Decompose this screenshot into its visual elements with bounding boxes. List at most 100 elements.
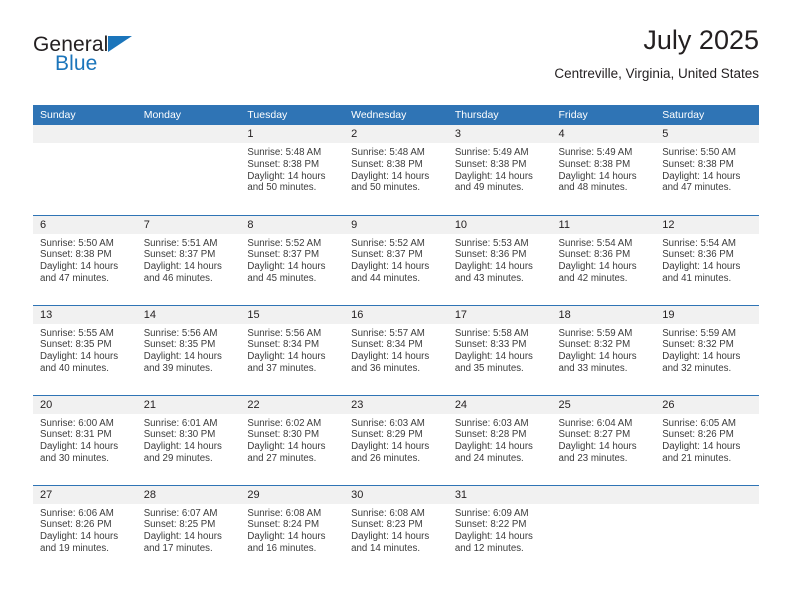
calendar-week-row: 6 Sunrise: 5:50 AM Sunset: 8:38 PM Dayli… <box>33 214 759 305</box>
day-number: 2 <box>344 125 448 143</box>
day-cell-empty <box>136 125 241 215</box>
daylight-text-line1: Daylight: 14 hours <box>558 441 637 453</box>
day-details: Sunrise: 5:58 AM Sunset: 8:33 PM Dayligh… <box>448 324 552 375</box>
logo-text-blue: Blue <box>55 52 98 75</box>
day-number: 20 <box>33 395 137 414</box>
sunrise-text: Sunrise: 5:53 AM <box>454 237 529 249</box>
weekday-header-row: Sunday Monday Tuesday Wednesday Thursday… <box>33 105 759 125</box>
day-cell[interactable]: 18 Sunrise: 5:59 AM Sunset: 8:32 PM Dayl… <box>551 304 656 395</box>
daylight-text-line1: Daylight: 14 hours <box>143 531 222 543</box>
day-cell[interactable]: 7 Sunrise: 5:51 AM Sunset: 8:37 PM Dayli… <box>136 214 241 305</box>
day-cell[interactable]: 17 Sunrise: 5:58 AM Sunset: 8:33 PM Dayl… <box>447 304 552 395</box>
daylight-text-line1: Daylight: 14 hours <box>40 351 119 363</box>
day-details: Sunrise: 5:50 AM Sunset: 8:38 PM Dayligh… <box>655 143 759 194</box>
day-number <box>33 125 137 143</box>
day-details: Sunrise: 6:03 AM Sunset: 8:29 PM Dayligh… <box>344 414 448 465</box>
sunrise-text: Sunrise: 5:50 AM <box>40 237 114 249</box>
day-details <box>552 504 656 508</box>
daylight-text-line2: and 37 minutes. <box>247 362 317 374</box>
day-cell[interactable]: 12 Sunrise: 5:54 AM Sunset: 8:36 PM Dayl… <box>655 214 759 305</box>
daylight-text-line2: and 42 minutes. <box>558 272 628 284</box>
day-number: 11 <box>551 215 656 234</box>
sunset-text: Sunset: 8:35 PM <box>143 339 216 351</box>
day-cell[interactable]: 22 Sunrise: 6:02 AM Sunset: 8:30 PM Dayl… <box>240 394 345 485</box>
day-cell[interactable]: 14 Sunrise: 5:56 AM Sunset: 8:35 PM Dayl… <box>136 304 241 395</box>
day-cell[interactable]: 31 Sunrise: 6:09 AM Sunset: 8:22 PM Dayl… <box>447 484 552 575</box>
daylight-text-line1: Daylight: 14 hours <box>558 170 637 182</box>
day-cell[interactable]: 5 Sunrise: 5:50 AM Sunset: 8:38 PM Dayli… <box>655 125 759 215</box>
day-cell[interactable]: 27 Sunrise: 6:06 AM Sunset: 8:26 PM Dayl… <box>33 484 137 575</box>
day-number <box>655 485 759 504</box>
sunrise-text: Sunrise: 6:08 AM <box>351 507 425 519</box>
day-cell[interactable]: 24 Sunrise: 6:03 AM Sunset: 8:28 PM Dayl… <box>447 394 552 485</box>
sunrise-text: Sunrise: 6:03 AM <box>454 417 529 429</box>
daylight-text-line2: and 17 minutes. <box>143 542 213 554</box>
sunset-text: Sunset: 8:26 PM <box>40 519 112 531</box>
day-cell[interactable]: 4 Sunrise: 5:49 AM Sunset: 8:38 PM Dayli… <box>551 125 656 215</box>
daylight-text-line2: and 19 minutes. <box>40 542 109 554</box>
day-cell[interactable]: 8 Sunrise: 5:52 AM Sunset: 8:37 PM Dayli… <box>240 214 345 305</box>
day-cell[interactable]: 3 Sunrise: 5:49 AM Sunset: 8:38 PM Dayli… <box>447 125 552 215</box>
sunset-text: Sunset: 8:32 PM <box>662 339 734 351</box>
daylight-text-line1: Daylight: 14 hours <box>247 351 326 363</box>
day-details: Sunrise: 6:00 AM Sunset: 8:31 PM Dayligh… <box>33 414 137 465</box>
day-cell[interactable]: 29 Sunrise: 6:08 AM Sunset: 8:24 PM Dayl… <box>240 484 345 575</box>
sunset-text: Sunset: 8:38 PM <box>247 158 320 170</box>
day-details: Sunrise: 6:01 AM Sunset: 8:30 PM Dayligh… <box>137 414 241 465</box>
sunrise-text: Sunrise: 5:48 AM <box>351 147 425 158</box>
day-details: Sunrise: 5:51 AM Sunset: 8:37 PM Dayligh… <box>137 234 241 285</box>
day-details: Sunrise: 5:54 AM Sunset: 8:36 PM Dayligh… <box>655 234 759 285</box>
day-cell[interactable]: 11 Sunrise: 5:54 AM Sunset: 8:36 PM Dayl… <box>551 214 656 305</box>
day-cell[interactable]: 1 Sunrise: 5:48 AM Sunset: 8:38 PM Dayli… <box>240 125 345 215</box>
day-cell[interactable]: 20 Sunrise: 6:00 AM Sunset: 8:31 PM Dayl… <box>33 394 137 485</box>
day-cell[interactable]: 23 Sunrise: 6:03 AM Sunset: 8:29 PM Dayl… <box>344 394 448 485</box>
day-number <box>551 485 656 504</box>
day-number: 1 <box>240 125 345 143</box>
daylight-text-line1: Daylight: 14 hours <box>662 170 741 182</box>
daylight-text-line2: and 29 minutes. <box>143 452 213 464</box>
calendar-week-row: 13 Sunrise: 5:55 AM Sunset: 8:35 PM Dayl… <box>33 304 759 395</box>
daylight-text-line2: and 46 minutes. <box>143 272 213 284</box>
daylight-text-line1: Daylight: 14 hours <box>454 441 533 453</box>
day-cell[interactable]: 16 Sunrise: 5:57 AM Sunset: 8:34 PM Dayl… <box>344 304 448 395</box>
sunrise-text: Sunrise: 5:48 AM <box>247 147 322 158</box>
day-number: 26 <box>655 395 759 414</box>
sunrise-text: Sunrise: 6:02 AM <box>247 417 322 429</box>
day-cell[interactable]: 2 Sunrise: 5:48 AM Sunset: 8:38 PM Dayli… <box>344 125 448 215</box>
day-cell[interactable]: 28 Sunrise: 6:07 AM Sunset: 8:25 PM Dayl… <box>136 484 241 575</box>
day-details <box>137 143 241 147</box>
daylight-text-line2: and 21 minutes. <box>662 452 732 464</box>
daylight-text-line1: Daylight: 14 hours <box>454 261 533 273</box>
day-number: 12 <box>655 215 759 234</box>
day-cell[interactable]: 25 Sunrise: 6:04 AM Sunset: 8:27 PM Dayl… <box>551 394 656 485</box>
sunrise-text: Sunrise: 6:07 AM <box>143 507 218 519</box>
daylight-text-line2: and 12 minutes. <box>454 542 524 554</box>
daylight-text-line1: Daylight: 14 hours <box>662 261 741 273</box>
day-cell[interactable]: 6 Sunrise: 5:50 AM Sunset: 8:38 PM Dayli… <box>33 214 137 305</box>
sunset-text: Sunset: 8:30 PM <box>247 429 320 441</box>
daylight-text-line1: Daylight: 14 hours <box>454 531 533 543</box>
daylight-text-line2: and 48 minutes. <box>558 182 628 194</box>
daylight-text-line1: Daylight: 14 hours <box>247 531 326 543</box>
day-details: Sunrise: 6:08 AM Sunset: 8:23 PM Dayligh… <box>344 504 448 555</box>
day-details: Sunrise: 6:07 AM Sunset: 8:25 PM Dayligh… <box>137 504 241 555</box>
sunset-text: Sunset: 8:36 PM <box>662 249 734 261</box>
day-cell[interactable]: 26 Sunrise: 6:05 AM Sunset: 8:26 PM Dayl… <box>655 394 759 485</box>
weekday-header-wednesday: Wednesday <box>344 105 448 125</box>
day-number: 15 <box>240 305 345 324</box>
sunrise-text: Sunrise: 5:52 AM <box>247 237 322 249</box>
day-cell[interactable]: 30 Sunrise: 6:08 AM Sunset: 8:23 PM Dayl… <box>344 484 448 575</box>
day-number: 21 <box>136 395 241 414</box>
day-details: Sunrise: 5:55 AM Sunset: 8:35 PM Dayligh… <box>33 324 137 375</box>
day-cell[interactable]: 19 Sunrise: 5:59 AM Sunset: 8:32 PM Dayl… <box>655 304 759 395</box>
day-cell[interactable]: 13 Sunrise: 5:55 AM Sunset: 8:35 PM Dayl… <box>33 304 137 395</box>
sunset-text: Sunset: 8:37 PM <box>351 249 423 261</box>
day-cell[interactable]: 10 Sunrise: 5:53 AM Sunset: 8:36 PM Dayl… <box>447 214 552 305</box>
day-details: Sunrise: 6:09 AM Sunset: 8:22 PM Dayligh… <box>448 504 552 555</box>
day-cell[interactable]: 15 Sunrise: 5:56 AM Sunset: 8:34 PM Dayl… <box>240 304 345 395</box>
day-cell[interactable]: 21 Sunrise: 6:01 AM Sunset: 8:30 PM Dayl… <box>136 394 241 485</box>
general-blue-logo[interactable]: General Blue <box>33 34 223 80</box>
day-number: 5 <box>655 125 759 143</box>
daylight-text-line2: and 23 minutes. <box>558 452 628 464</box>
day-cell[interactable]: 9 Sunrise: 5:52 AM Sunset: 8:37 PM Dayli… <box>344 214 448 305</box>
